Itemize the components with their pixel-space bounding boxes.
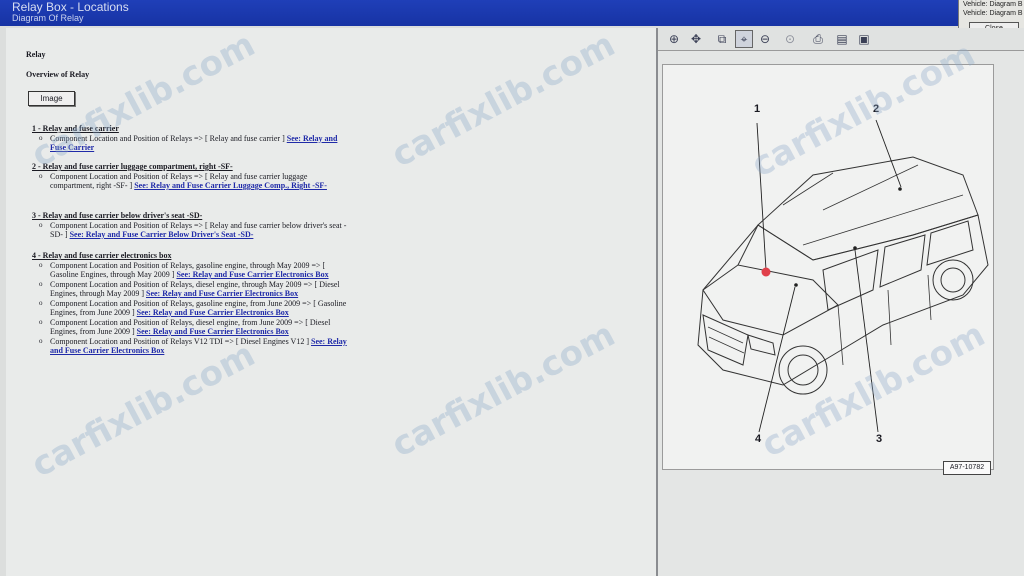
vehicle-row: Vehicle: Diagram B — [963, 10, 1023, 17]
see-link[interactable]: See: Relay and Fuse Carrier Electronics … — [137, 308, 289, 317]
copy-icon[interactable]: ▤ — [834, 31, 850, 47]
section-title: 1 - Relay and fuse carrier — [32, 124, 119, 133]
see-link[interactable]: See: Relay and Fuse Carrier Electronics … — [146, 289, 298, 298]
section-title: 3 - Relay and fuse carrier below driver'… — [32, 211, 203, 220]
section-drivers-seat: 3 - Relay and fuse carrier below driver'… — [32, 211, 352, 240]
section-title: 2 - Relay and fuse carrier luggage compa… — [32, 162, 233, 171]
list-item: Component Location and Position of Relay… — [39, 261, 352, 280]
zoom-fit-icon[interactable]: ⌖ — [735, 30, 753, 48]
item-text: Component Location and Position of Relay… — [50, 336, 311, 346]
figure-id-label: A97-10782 — [943, 461, 991, 475]
pan-icon[interactable]: ✥ — [688, 31, 704, 47]
zoom-reset-icon[interactable]: ⊙ — [782, 31, 798, 47]
zoom-in-icon[interactable]: ⊕ — [666, 31, 682, 47]
image-button[interactable]: Image — [28, 91, 75, 106]
list-item: Component Location and Position of Relay… — [39, 172, 352, 191]
callout-2: 2 — [873, 103, 880, 115]
zoom-out-icon[interactable]: ⊖ — [757, 31, 773, 47]
section-luggage-compartment: 2 - Relay and fuse carrier luggage compa… — [32, 162, 352, 191]
document-pane[interactable]: Relay Overview of Relay Image 1 - Relay … — [6, 28, 658, 576]
zoom-window-icon[interactable]: ⧉ — [714, 31, 730, 47]
save-icon[interactable]: ▣ — [856, 31, 872, 47]
callout-3: 3 — [876, 433, 883, 445]
see-link[interactable]: See: Relay and Fuse Carrier Below Driver… — [70, 230, 254, 239]
relay-marker — [761, 267, 771, 277]
document-header: Relay Overview of Relay — [26, 50, 346, 80]
vehicle-drawing — [697, 119, 989, 433]
title-bar: Relay Box - Locations Diagram Of Relay — [0, 0, 1024, 26]
see-link[interactable]: See: Relay and Fuse Carrier Luggage Comp… — [134, 181, 327, 190]
window-subtitle: Diagram Of Relay — [12, 13, 84, 23]
list-item: Component Location and Position of Relay… — [39, 299, 352, 318]
callout-4: 4 — [755, 433, 762, 445]
callout-1: 1 — [754, 103, 761, 115]
section-title: 4 - Relay and fuse carrier electronics b… — [32, 251, 172, 260]
list-item: Component Location and Position of Relay… — [39, 280, 352, 299]
list-item: Component Location and Position of Relay… — [39, 221, 352, 240]
image-toolbar: ⊕ ✥ ⧉ ⌖ ⊖ ⊙ ⎙ ▤ ▣ — [658, 28, 1024, 51]
window-title: Relay Box - Locations — [12, 0, 129, 14]
list-item: Component Location and Position of Relay… — [39, 336, 352, 356]
page-subtitle: Overview of Relay — [26, 70, 90, 79]
section-electronics-box: 4 - Relay and fuse carrier electronics b… — [32, 251, 352, 356]
item-text: Component Location and Position of Relay… — [50, 133, 287, 143]
list-item: Component Location and Position of Relay… — [39, 318, 352, 337]
vehicle-row: Vehicle: Diagram B — [963, 1, 1023, 8]
image-pane[interactable]: ⊕ ✥ ⧉ ⌖ ⊖ ⊙ ⎙ ▤ ▣ 1 2 3 4 A97-10782 — [658, 28, 1024, 576]
see-link[interactable]: See: Relay and Fuse Carrier Electronics … — [176, 270, 328, 279]
page-title: Relay — [26, 50, 46, 59]
vehicle-illustration[interactable]: 1 2 3 4 A97-10782 — [662, 64, 994, 475]
print-icon[interactable]: ⎙ — [810, 31, 826, 47]
see-link[interactable]: See: Relay and Fuse Carrier Electronics … — [137, 327, 289, 336]
list-item: Component Location and Position of Relay… — [39, 133, 352, 153]
section-relay-fuse-carrier: 1 - Relay and fuse carrier Component Loc… — [32, 124, 352, 153]
